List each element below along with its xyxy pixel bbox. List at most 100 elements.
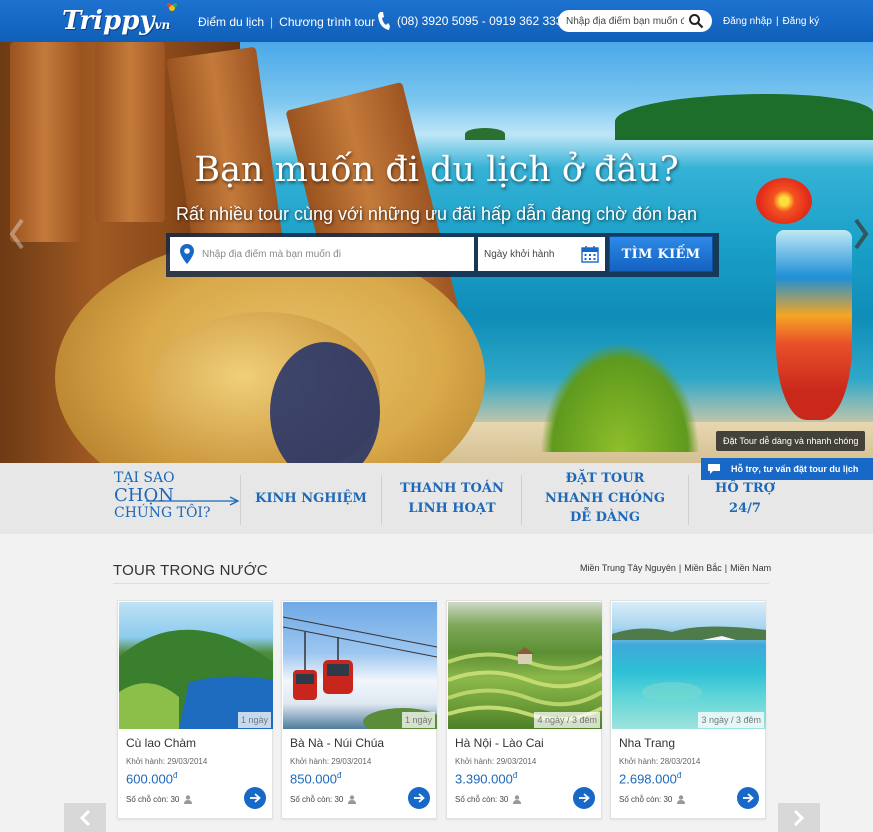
chevron-left-icon [79, 809, 91, 826]
tour-image-art [448, 647, 602, 722]
tour-seats-label: Số chỗ còn: 30 [455, 795, 509, 804]
support-chat-label: Hỗ trợ, tư vấn đặt tour du lịch [731, 464, 859, 474]
header-search-input[interactable] [566, 15, 684, 27]
tour-duration-badge: 4 ngày / 3 đêm [534, 712, 600, 728]
hero-bg-plank [95, 42, 165, 222]
why-item-experience: KINH NGHIỆM [255, 490, 367, 506]
arrow-right-icon [250, 793, 261, 803]
tour-detail-button[interactable] [573, 787, 595, 809]
tour-price-currency: đ [173, 771, 178, 780]
why-divider [381, 475, 382, 525]
hero-bg-islet [465, 128, 505, 140]
hotline: (08) 3920 5095 - 0919 362 333 [377, 10, 562, 32]
why-divider [688, 475, 689, 525]
section-title: TOUR TRONG NƯỚC [113, 562, 268, 579]
login-link[interactable]: Đăng nhập [723, 16, 772, 27]
hero-bg-plant [540, 342, 700, 452]
tour-detail-button[interactable] [408, 787, 430, 809]
logo-star-icon [167, 3, 178, 11]
why-item-flexible-payment: THANH TOÁN LINH HOẠT [400, 481, 504, 516]
region-link-south[interactable]: Miền Nam [730, 563, 771, 573]
register-link[interactable]: Đăng ký [783, 16, 820, 27]
tour-image [283, 602, 437, 729]
hotline-number: (08) 3920 5095 - 0919 362 333 [397, 14, 563, 28]
tour-image-art [119, 629, 273, 729]
tour-image-art [283, 616, 437, 729]
why-divider [240, 475, 241, 525]
nav-destinations[interactable]: Điểm du lịch [198, 15, 264, 29]
tour-departure: Khởi hành: 29/03/2014 [455, 757, 537, 766]
user-icon [677, 795, 686, 804]
tour-card[interactable]: 3 ngày / 3 đêm Nha Trang Khởi hành: 28/0… [610, 600, 766, 819]
chat-icon [708, 464, 720, 474]
location-pin-icon [180, 244, 194, 264]
search-icon[interactable] [688, 13, 704, 29]
header-search [558, 10, 712, 32]
region-separator: | [724, 563, 728, 573]
arrow-right-icon [146, 496, 240, 506]
tour-price-value: 600.000 [126, 771, 173, 787]
hero-subtitle: Rất nhiều tour cùng với những ưu đãi hấp… [175, 204, 698, 224]
hero-title: Bạn muốn đi du lịch ở đâu? [194, 150, 679, 190]
why-heading: TẠI SAO CHỌN CHÚNG TÔI? [114, 470, 240, 522]
tour-seats-label: Số chỗ còn: 30 [126, 795, 180, 804]
tour-seats: Số chỗ còn: 30 [455, 795, 522, 804]
tour-card[interactable]: 1 ngày Bà Nà - Núi Chúa Khởi hành: 29/03… [281, 600, 437, 819]
chevron-right-icon[interactable] [852, 216, 870, 252]
arrow-right-icon [414, 793, 425, 803]
tour-price-value: 850.000 [290, 771, 337, 787]
arrow-right-icon [743, 793, 754, 803]
tour-name: Nha Trang [619, 736, 676, 750]
tour-name: Hà Nội - Lào Cai [455, 736, 544, 750]
phone-icon [378, 12, 390, 30]
carousel-prev-button[interactable] [64, 803, 106, 832]
section-divider [113, 583, 769, 584]
slide-caption: Đặt Tour dễ dàng và nhanh chóng [716, 431, 866, 451]
region-link-central[interactable]: Miền Trung Tây Nguyên [580, 563, 676, 573]
user-icon [184, 795, 193, 804]
region-links: Miền Trung Tây Nguyên | Miền Bắc | Miền Nam [580, 563, 771, 573]
tour-price-value: 3.390.000 [455, 771, 513, 787]
auth-links: Đăng nhập | Đăng ký [723, 16, 819, 27]
tour-image [119, 602, 273, 729]
tour-card[interactable]: 1 ngày Cù lao Chàm Khởi hành: 29/03/2014… [117, 600, 273, 819]
tour-price-currency: đ [512, 771, 518, 780]
logo-text: Trippy [62, 6, 155, 36]
tour-departure: Khởi hành: 28/03/2014 [619, 757, 701, 766]
hero-bg-island [615, 94, 873, 140]
user-icon [513, 795, 522, 804]
why-heading-line1: TẠI SAO [114, 470, 175, 486]
arrow-right-icon [579, 793, 590, 803]
carousel-next-button[interactable] [778, 803, 820, 832]
hero-bg-cocktail [776, 230, 852, 420]
tour-price-value: 2.698.000 [619, 771, 677, 787]
region-separator: | [678, 563, 682, 573]
site-logo[interactable]: Trippyvn [62, 3, 178, 36]
why-item-easy-booking: ĐẶT TOUR NHANH CHÓNG DỄ DÀNG [545, 471, 665, 526]
auth-separator: | [775, 16, 779, 27]
tour-departure: Khởi hành: 29/03/2014 [126, 757, 208, 766]
nav-tour-programs[interactable]: Chương trình tour [279, 15, 375, 29]
tour-seats: Số chỗ còn: 30 [290, 795, 357, 804]
calendar-icon[interactable] [581, 245, 599, 263]
tour-price: 3.390.000đ [455, 771, 517, 786]
top-header: Trippyvn Điểm du lịch | Chương trình tour … [0, 0, 873, 42]
tour-detail-button[interactable] [244, 787, 266, 809]
tour-departure: Khởi hành: 29/03/2014 [290, 757, 372, 766]
tour-price: 600.000đ [126, 771, 177, 786]
chevron-left-icon[interactable] [8, 216, 26, 252]
tour-duration-badge: 3 ngày / 3 đêm [698, 712, 764, 728]
tour-image [612, 602, 766, 729]
search-button[interactable]: TÌM KIẾM [609, 236, 713, 272]
why-heading-line3: CHÚNG TÔI? [114, 505, 211, 522]
region-link-north[interactable]: Miền Bắc [684, 563, 722, 573]
hero-search-form: TÌM KIẾM [166, 233, 719, 277]
logo-suffix: vn [154, 18, 171, 32]
tour-card[interactable]: 4 ngày / 3 đêm Hà Nội - Lào Cai Khởi hàn… [446, 600, 602, 819]
tour-price: 2.698.000đ [619, 771, 681, 786]
tour-name: Bà Nà - Núi Chúa [290, 736, 385, 750]
support-chat-tab[interactable]: Hỗ trợ, tư vấn đặt tour du lịch [701, 458, 873, 480]
tour-price: 850.000đ [290, 771, 341, 786]
tour-detail-button[interactable] [737, 787, 759, 809]
destination-input[interactable] [202, 248, 474, 260]
